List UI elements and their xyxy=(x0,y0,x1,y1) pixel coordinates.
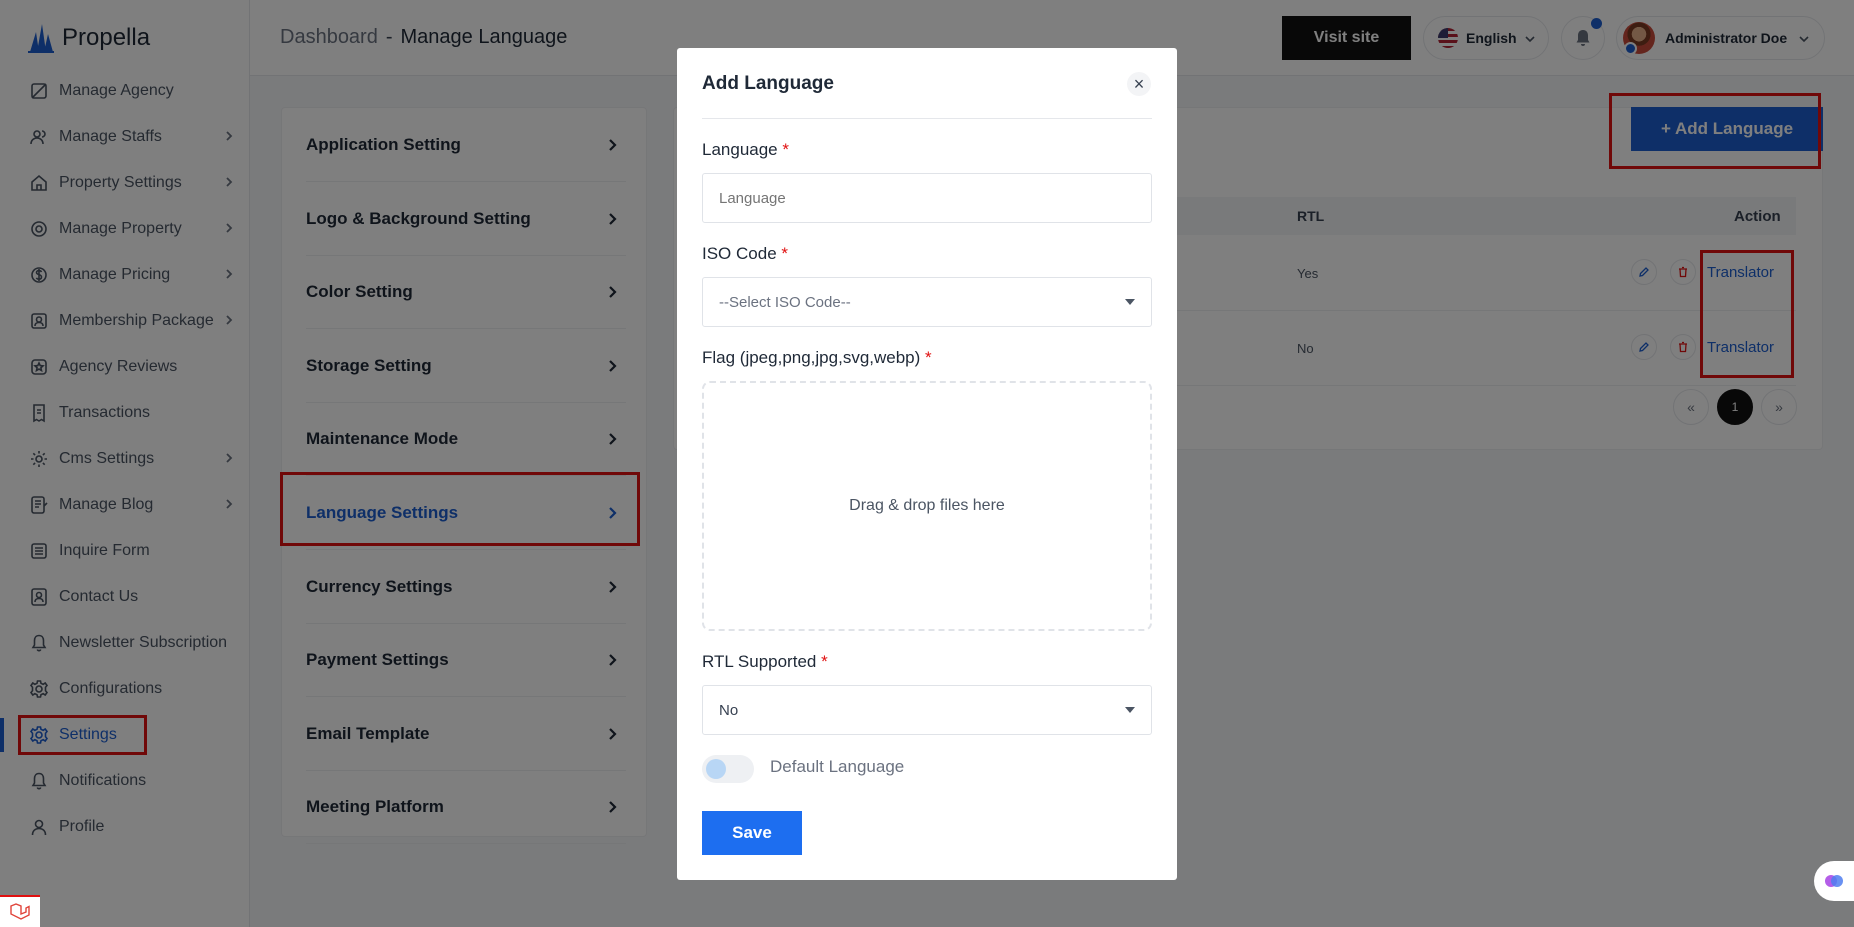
caret-down-icon xyxy=(1125,299,1135,305)
rtl-select-value: No xyxy=(719,701,739,719)
modal-divider xyxy=(702,118,1152,119)
laravel-icon xyxy=(0,895,40,927)
iso-code-select[interactable]: --Select ISO Code-- xyxy=(702,277,1152,327)
iso-code-field-label: ISO Code * xyxy=(702,244,789,263)
language-input[interactable] xyxy=(702,173,1152,223)
dropzone-text: Drag & drop files here xyxy=(849,497,1005,514)
close-icon[interactable]: × xyxy=(1127,72,1151,96)
modal-title: Add Language xyxy=(702,73,834,94)
language-field-label: Language * xyxy=(702,140,789,159)
ai-assistant-icon[interactable] xyxy=(1814,861,1854,901)
flag-field-label: Flag (jpeg,png,jpg,svg,webp) * xyxy=(702,348,932,367)
flag-dropzone[interactable]: Drag & drop files here xyxy=(702,381,1152,631)
save-button[interactable]: Save xyxy=(702,811,802,855)
rtl-select[interactable]: No xyxy=(702,685,1152,735)
caret-down-icon xyxy=(1125,707,1135,713)
add-language-modal: Add Language × Language * ISO Code * --S… xyxy=(677,48,1177,880)
toggle-knob xyxy=(706,759,726,779)
default-language-toggle[interactable] xyxy=(702,755,754,783)
iso-code-select-value: --Select ISO Code-- xyxy=(719,293,851,311)
default-language-label: Default Language xyxy=(770,757,905,776)
rtl-field-label: RTL Supported * xyxy=(702,652,828,671)
